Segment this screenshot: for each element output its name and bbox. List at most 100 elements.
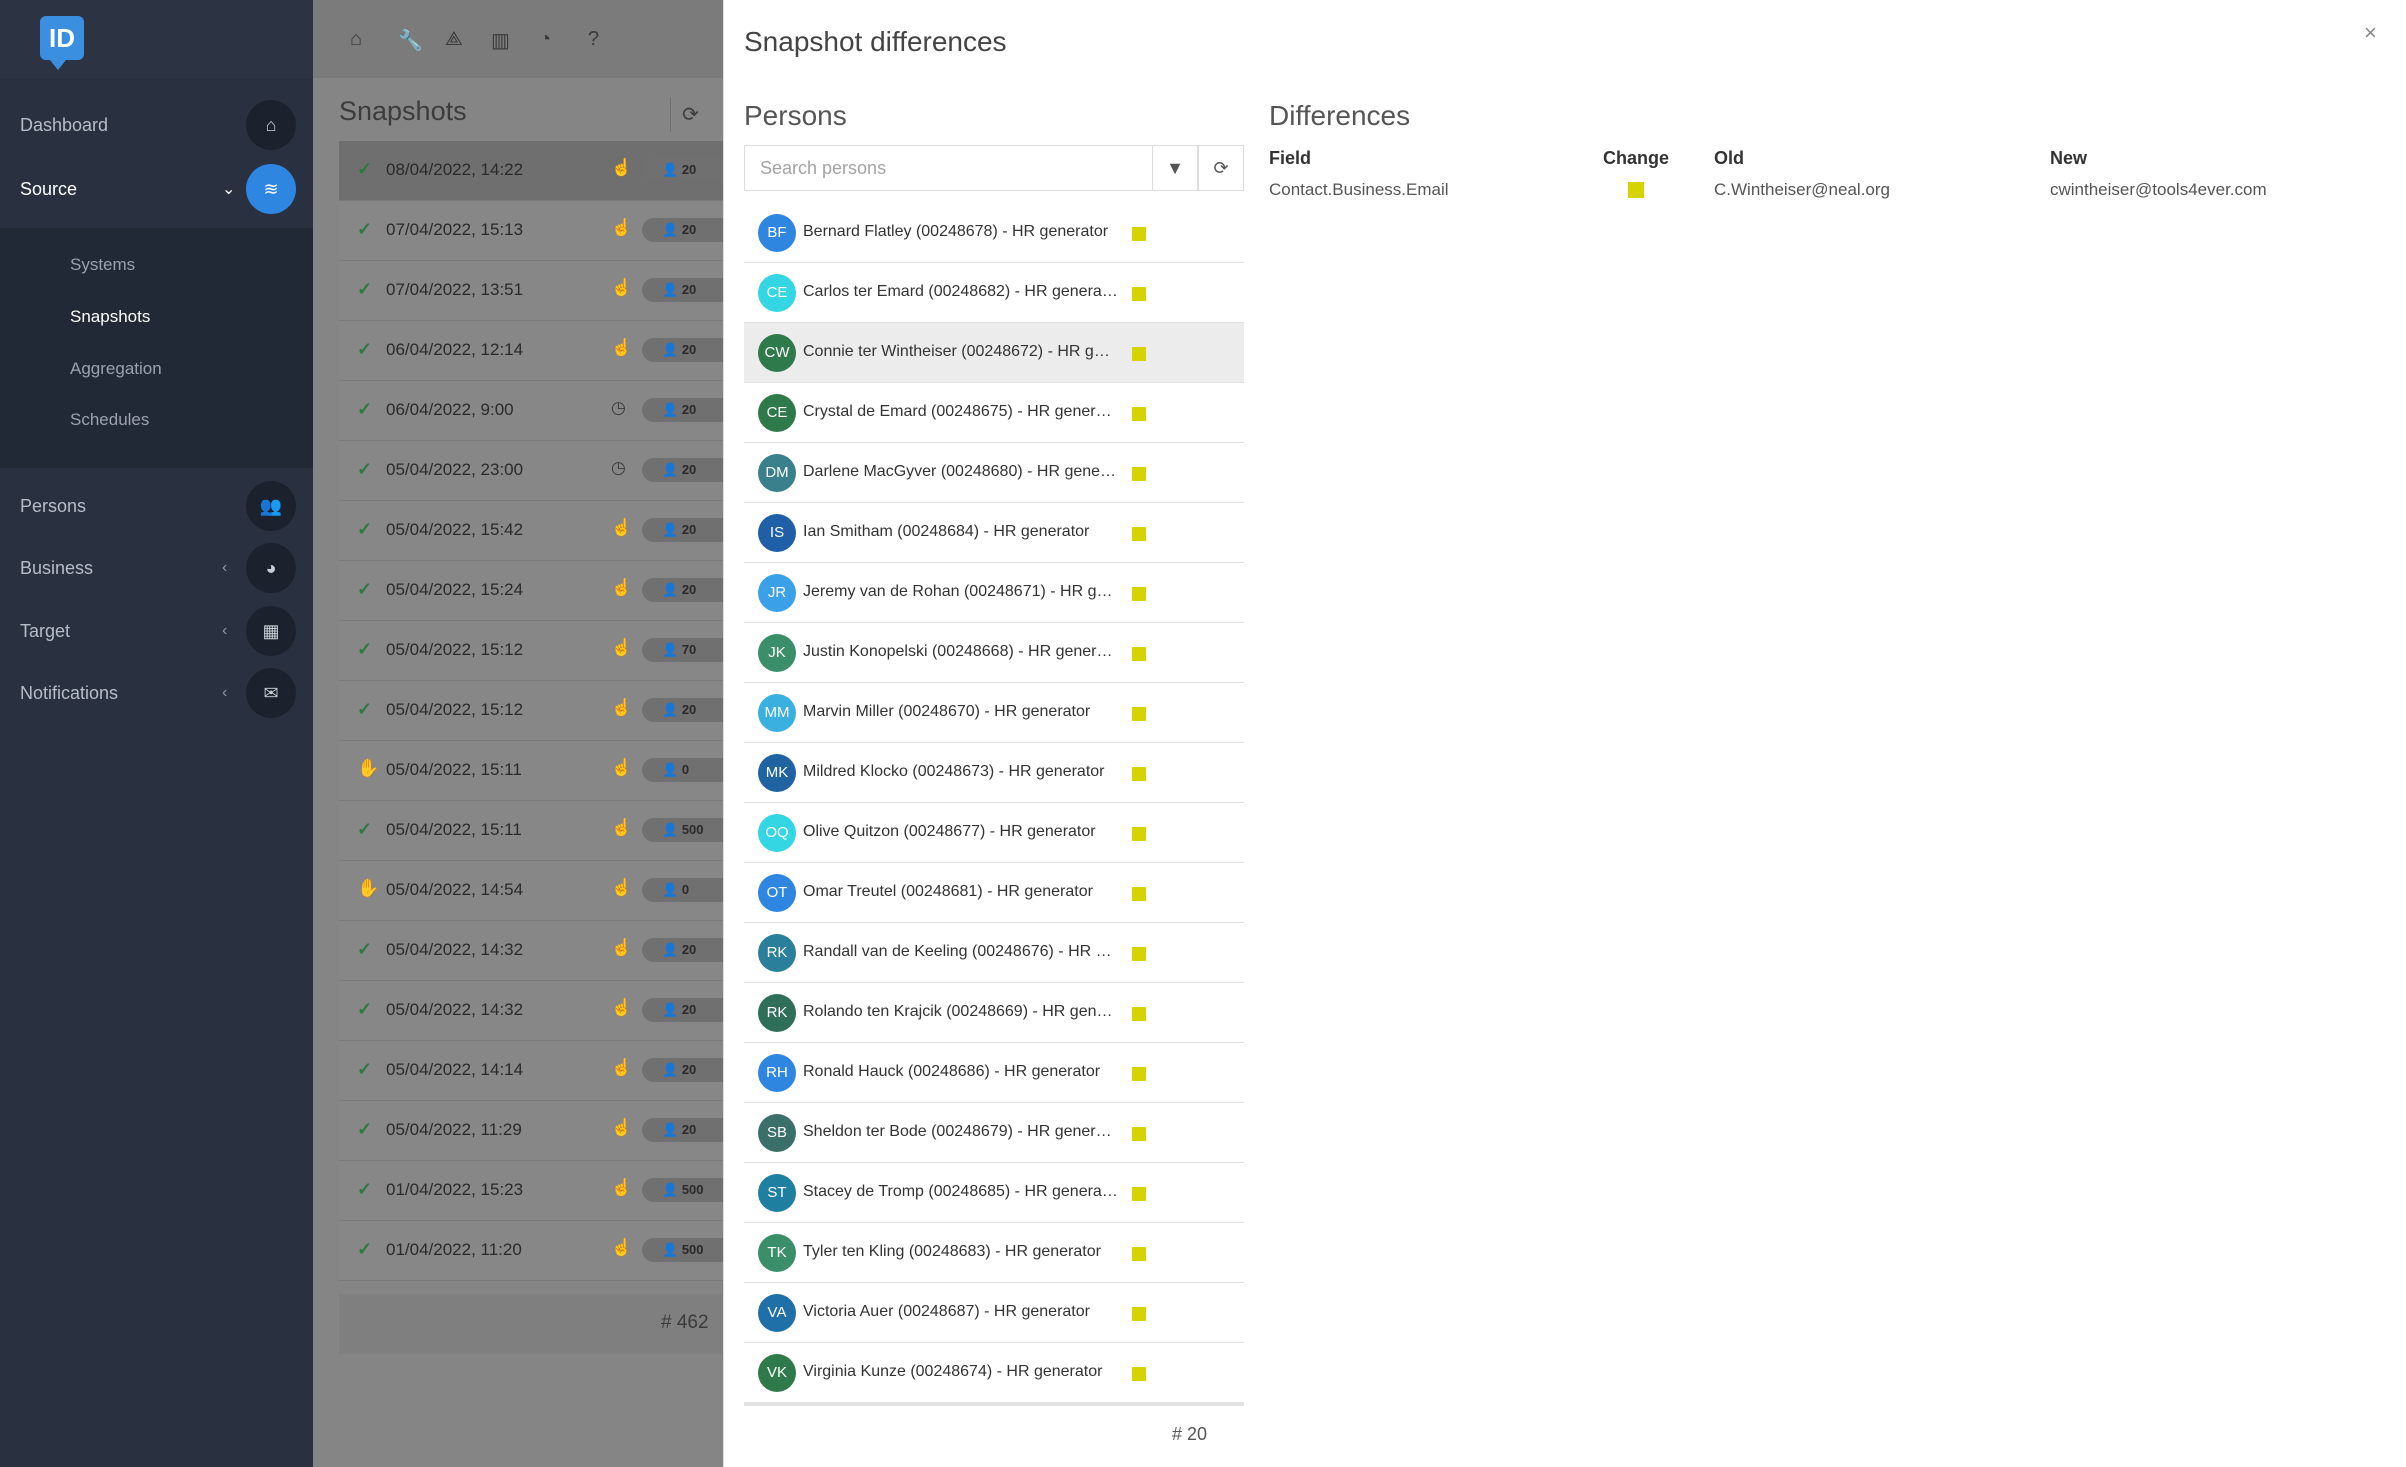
person-count-badge: 👤 500 — [642, 818, 724, 842]
person-row[interactable]: SB Sheldon ter Bode (00248679) - HR gener… — [744, 1103, 1244, 1163]
refresh-icon[interactable]: ⟳ — [670, 98, 710, 132]
person-name: Darlene MacGyver (00248680) - HR generat… — [803, 463, 1118, 480]
snapshot-row[interactable]: ✓ 05/04/2022, 15:11 ☝ 👤 500 — [339, 801, 724, 861]
subnav-item-snapshots[interactable]: Snapshots — [70, 307, 150, 327]
subnav-item-schedules[interactable]: Schedules — [70, 410, 149, 430]
snapshot-row[interactable]: ✓ 01/04/2022, 15:23 ☝ 👤 500 — [339, 1161, 724, 1221]
hand-stop-icon: ✋ — [357, 758, 380, 778]
person-row[interactable]: RK Rolando ten Krajcik (00248669) - HR ge… — [744, 983, 1244, 1043]
person-row[interactable]: DM Darlene MacGyver (00248680) - HR gener… — [744, 443, 1244, 503]
person-row[interactable]: OQ Olive Quitzon (00248677) - HR generato… — [744, 803, 1244, 863]
person-count-badge: 👤 20 — [642, 338, 724, 362]
badge-count: 20 — [681, 402, 697, 417]
snapshot-date: 05/04/2022, 15:12 — [386, 700, 524, 719]
check-icon: ✓ — [357, 1059, 373, 1079]
check-icon: ✓ — [357, 1179, 373, 1199]
filter-button[interactable]: ▼ — [1152, 145, 1198, 191]
close-button[interactable]: × — [2364, 20, 2377, 46]
snapshot-row[interactable]: ✓ 07/04/2022, 13:51 ☝ 👤 20 — [339, 261, 724, 321]
person-row[interactable]: VA Victoria Auer (00248687) - HR generato… — [744, 1283, 1244, 1343]
person-row[interactable]: CE Carlos ter Emard (00248682) - HR gener… — [744, 263, 1244, 323]
badge-count: 500 — [681, 1182, 704, 1197]
path-icon[interactable]: ⟁ — [445, 28, 463, 51]
user-icon: 👤 — [662, 162, 679, 177]
person-row[interactable]: VK Virginia Kunze (00248674) - HR generat… — [744, 1343, 1244, 1403]
subnav-item-systems[interactable]: Systems — [70, 255, 135, 275]
snapshot-row[interactable]: ✓ 07/04/2022, 15:13 ☝ 👤 20 — [339, 201, 724, 261]
person-row[interactable]: CW Connie ter Wintheiser (00248672) - HR … — [744, 323, 1244, 383]
subnav-item-aggregation[interactable]: Aggregation — [70, 359, 162, 379]
person-count-badge: 👤 500 — [642, 1238, 724, 1262]
page-title: Snapshots — [339, 96, 467, 126]
person-row[interactable]: TK Tyler ten Kling (00248683) - HR genera… — [744, 1223, 1244, 1283]
user-icon: 👤 — [662, 882, 679, 897]
sidebar-item-business[interactable]: Business ‹ ◕ — [0, 537, 313, 599]
column-header-new: New — [2050, 148, 2088, 168]
hand-pointer-icon: ☝ — [611, 698, 633, 717]
check-icon: ✓ — [357, 699, 373, 719]
change-marker — [1132, 647, 1146, 661]
search-persons-input[interactable] — [744, 145, 1152, 191]
sidebar-item-notifications[interactable]: Notifications ‹ ✉ — [0, 662, 313, 724]
snapshot-row[interactable]: ✋ 05/04/2022, 14:54 ☝ 👤 0 — [339, 861, 724, 921]
avatar: SB — [758, 1114, 796, 1152]
snapshot-row[interactable]: ✓ 05/04/2022, 15:24 ☝ 👤 20 — [339, 561, 724, 621]
change-marker — [1132, 527, 1146, 541]
snapshot-row[interactable]: ✓ 05/04/2022, 15:12 ☝ 👤 20 — [339, 681, 724, 741]
snapshot-row[interactable]: ✓ 05/04/2022, 11:29 ☝ 👤 20 — [339, 1101, 724, 1161]
help-icon[interactable]: ? — [588, 28, 599, 51]
app-logo[interactable]: ID — [40, 16, 84, 70]
person-row[interactable]: JK Justin Konopelski (00248668) - HR gene… — [744, 623, 1244, 683]
sidebar: ID Dashboard ⌂ Source ⌄ ≋ Systems Snapsh… — [0, 0, 313, 1467]
person-name: Connie ter Wintheiser (00248672) - HR ge… — [803, 343, 1118, 360]
pie-chart-icon[interactable]: ◔ — [539, 28, 551, 51]
person-count-badge: 👤 20 — [642, 218, 724, 242]
person-row[interactable]: MM Marvin Miller (00248670) - HR generato… — [744, 683, 1244, 743]
snapshot-row[interactable]: ✓ 05/04/2022, 15:42 ☝ 👤 20 — [339, 501, 724, 561]
sidebar-item-source[interactable]: Source ⌄ ≋ — [0, 158, 313, 220]
check-icon: ✓ — [357, 219, 373, 239]
badge-count: 20 — [681, 222, 697, 237]
snapshot-row[interactable]: ✓ 06/04/2022, 9:00 ◷ 👤 20 — [339, 381, 724, 441]
person-row[interactable]: RH Ronald Hauck (00248686) - HR generator — [744, 1043, 1244, 1103]
person-row[interactable]: JR Jeremy van de Rohan (00248671) - HR ge… — [744, 563, 1244, 623]
check-icon: ✓ — [357, 339, 373, 359]
clock-icon: ◷ — [611, 398, 626, 417]
check-icon: ✓ — [357, 939, 373, 959]
avatar: TK — [758, 1234, 796, 1272]
snapshot-row[interactable]: ✓ 05/04/2022, 14:32 ☝ 👤 20 — [339, 921, 724, 981]
sidebar-item-dashboard[interactable]: Dashboard ⌂ — [0, 94, 313, 156]
snapshot-date: 05/04/2022, 14:14 — [386, 1060, 524, 1079]
sidebar-item-persons[interactable]: Persons 👥 — [0, 475, 313, 537]
snapshot-date: 05/04/2022, 15:11 — [386, 760, 522, 779]
person-row[interactable]: IS Ian Smitham (00248684) - HR generator — [744, 503, 1244, 563]
sidebar-item-target[interactable]: Target ‹ ▦ — [0, 600, 313, 662]
bar-chart-icon[interactable]: ▥ — [491, 28, 510, 53]
snapshot-row[interactable]: ✓ 01/04/2022, 11:20 ☝ 👤 500 — [339, 1221, 724, 1281]
user-icon: 👤 — [662, 342, 679, 357]
snapshot-row[interactable]: ✓ 05/04/2022, 23:00 ◷ 👤 20 — [339, 441, 724, 501]
snapshot-row[interactable]: ✓ 05/04/2022, 14:32 ☝ 👤 20 — [339, 981, 724, 1041]
person-row[interactable]: BF Bernard Flatley (00248678) - HR genera… — [744, 203, 1244, 263]
snapshot-row[interactable]: ✓ 06/04/2022, 12:14 ☝ 👤 20 — [339, 321, 724, 381]
user-icon: 👤 — [662, 702, 679, 717]
person-row[interactable]: CE Crystal de Emard (00248675) - HR gener… — [744, 383, 1244, 443]
chevron-left-icon: ‹ — [222, 622, 228, 639]
wrench-icon[interactable]: 🔧 — [398, 28, 423, 53]
refresh-persons-button[interactable]: ⟳ — [1198, 145, 1244, 191]
person-row[interactable]: OT Omar Treutel (00248681) - HR generator — [744, 863, 1244, 923]
avatar: DM — [758, 454, 796, 492]
sidebar-item-label: Business — [20, 557, 94, 578]
badge-count: 20 — [681, 282, 697, 297]
person-row[interactable]: MK Mildred Klocko (00248673) - HR generat… — [744, 743, 1244, 803]
user-icon: 👤 — [662, 1242, 679, 1257]
snapshot-row[interactable]: ✓ 08/04/2022, 14:22 ☝ 👤 20 — [339, 141, 724, 201]
person-row[interactable]: RK Randall van de Keeling (00248676) - HR… — [744, 923, 1244, 983]
person-row[interactable]: ST Stacey de Tromp (00248685) - HR genera… — [744, 1163, 1244, 1223]
snapshot-row[interactable]: ✋ 05/04/2022, 15:11 ☝ 👤 0 — [339, 741, 724, 801]
user-icon: 👤 — [662, 222, 679, 237]
badge-count: 20 — [681, 582, 697, 597]
home-icon[interactable]: ⌂ — [350, 28, 362, 51]
snapshot-row[interactable]: ✓ 05/04/2022, 15:12 ☝ 👤 70 — [339, 621, 724, 681]
snapshot-row[interactable]: ✓ 05/04/2022, 14:14 ☝ 👤 20 — [339, 1041, 724, 1101]
